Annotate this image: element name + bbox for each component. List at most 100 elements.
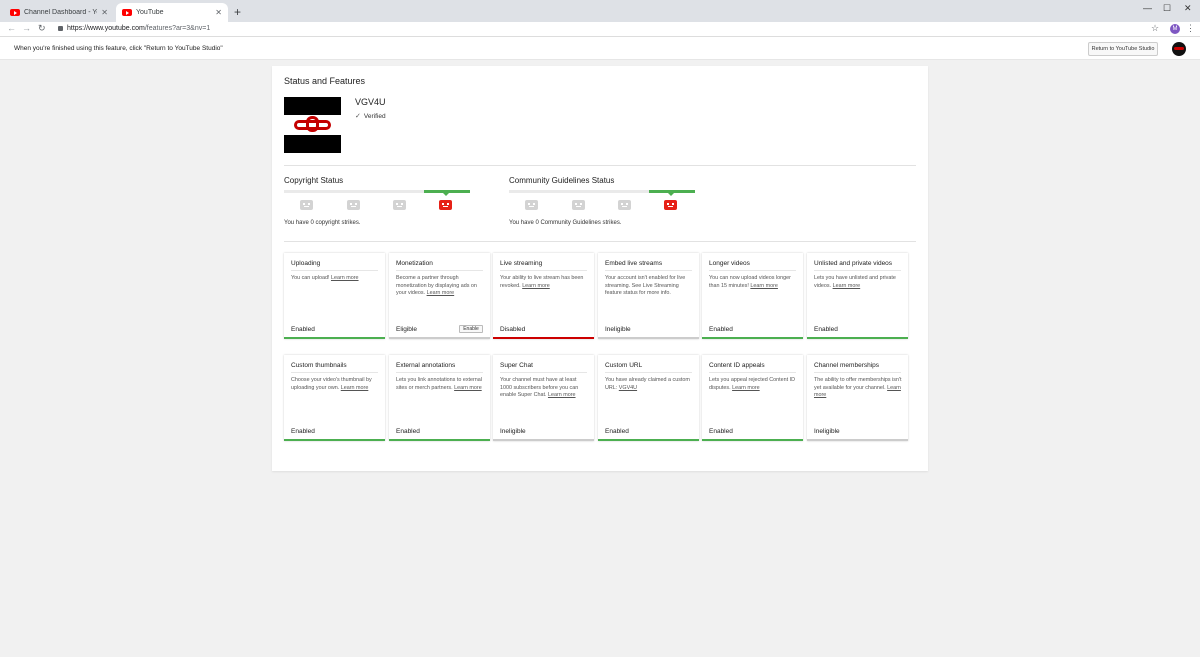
channel-name: VGV4U <box>355 97 386 107</box>
maximize-icon[interactable]: ☐ <box>1163 3 1171 14</box>
divider <box>814 270 901 271</box>
community-strikes-text: You have 0 Community Guidelines strikes. <box>509 220 622 226</box>
lock-icon <box>58 26 63 31</box>
studio-notice-bar: When you're finished using this feature,… <box>0 37 1200 60</box>
divider <box>284 241 916 242</box>
channel-thumbnail <box>284 97 341 153</box>
copyright-pointer <box>443 193 449 196</box>
description-text: You have already claimed a custom URL: <box>605 377 690 391</box>
feature-card: Uploading You can upload! Learn more Enabl… <box>284 253 385 339</box>
status-bar <box>702 439 803 441</box>
divider <box>605 270 692 271</box>
feature-card: External annotations Lets you link annota… <box>389 355 490 441</box>
feature-card: Custom URL You have already claimed a cus… <box>598 355 699 441</box>
feature-status: Ineligible <box>814 428 840 435</box>
learn-more-link[interactable]: Learn more <box>331 275 359 281</box>
divider <box>291 270 378 271</box>
tab-channel-dashboard[interactable]: Channel Dashboard - YouTube S ✕ <box>4 3 114 22</box>
feature-status: Ineligible <box>500 428 526 435</box>
community-pointer <box>668 193 674 196</box>
minimize-icon[interactable]: — <box>1143 3 1152 13</box>
status-bar <box>284 337 385 339</box>
no-strikes-icon <box>664 200 677 210</box>
feature-card: Content ID appeals Lets you appeal reject… <box>702 355 803 441</box>
enable-button[interactable]: Enable <box>459 325 483 333</box>
verified-badge: ✓ Verified <box>355 112 386 121</box>
feature-status: Enabled <box>291 326 315 333</box>
url-host: https://www.youtube.com <box>67 25 145 32</box>
feature-card: Live streaming Your ability to live strea… <box>493 253 594 339</box>
learn-more-link[interactable]: Learn more <box>522 283 550 289</box>
feature-description: Your account isn't enabled for live stre… <box>605 275 693 298</box>
feature-title: Live streaming <box>500 260 543 267</box>
feature-card: Super Chat Your channel must have at leas… <box>493 355 594 441</box>
status-bar <box>598 439 699 441</box>
close-tab-icon[interactable]: ✕ <box>215 8 222 17</box>
status-bar <box>493 439 594 441</box>
feature-title: Longer videos <box>709 260 750 267</box>
learn-more-link[interactable]: Learn more <box>341 385 369 391</box>
learn-more-link[interactable]: Learn more <box>548 392 576 398</box>
strike-2-icon <box>347 200 360 210</box>
feature-status: Ineligible <box>605 326 631 333</box>
close-tab-icon[interactable]: ✕ <box>101 8 108 17</box>
feature-description: You can upload! Learn more <box>291 275 379 283</box>
url-field[interactable]: https://www.youtube.com/features?ar=3&nv… <box>67 25 210 32</box>
learn-more-link[interactable]: Learn more <box>732 385 760 391</box>
feature-description: Lets you have unlisted and private video… <box>814 275 902 290</box>
feature-title: Content ID appeals <box>709 362 765 369</box>
strike-3-icon <box>300 200 313 210</box>
channel-avatar[interactable] <box>1172 42 1186 56</box>
learn-more-link[interactable]: Learn more <box>750 283 778 289</box>
feature-card: Channel memberships The ability to offer … <box>807 355 908 441</box>
strike-1-icon <box>618 200 631 210</box>
profile-avatar[interactable]: M <box>1170 24 1180 34</box>
copyright-status-title: Copyright Status <box>284 176 344 185</box>
status-bar <box>389 337 490 339</box>
browser-tab-bar: Channel Dashboard - YouTube S ✕ YouTube … <box>0 0 1200 22</box>
divider <box>814 372 901 373</box>
divider <box>605 372 692 373</box>
tab-youtube[interactable]: YouTube ✕ <box>116 3 228 22</box>
feature-description: Choose your video's thumbnail by uploadi… <box>291 377 379 392</box>
browser-menu-icon[interactable]: ⋮ <box>1186 23 1195 34</box>
address-bar: ← → ↻ https://www.youtube.com/features?a… <box>0 22 1200 37</box>
back-icon[interactable]: ← <box>7 23 16 33</box>
no-strikes-icon <box>439 200 452 210</box>
feature-status: Enabled <box>709 428 733 435</box>
feature-description: You have already claimed a custom URL: V… <box>605 377 693 392</box>
learn-more-link[interactable]: VGV4U <box>619 385 637 391</box>
close-window-icon[interactable]: ✕ <box>1184 3 1192 14</box>
feature-card: Unlisted and private videos Lets you have… <box>807 253 908 339</box>
status-bar <box>702 337 803 339</box>
divider <box>291 372 378 373</box>
forward-icon[interactable]: → <box>22 23 31 33</box>
learn-more-link[interactable]: Learn more <box>833 283 861 289</box>
page-title: Status and Features <box>284 76 366 86</box>
feature-title: Embed live streams <box>605 260 663 267</box>
feature-title: Uploading <box>291 260 321 267</box>
reload-icon[interactable]: ↻ <box>38 23 46 34</box>
copyright-strikes-text: You have 0 copyright strikes. <box>284 220 361 226</box>
description-text: You can upload! <box>291 275 330 281</box>
return-to-studio-button[interactable]: Return to YouTube Studio <box>1088 42 1158 56</box>
new-tab-button[interactable]: + <box>234 5 241 19</box>
bookmark-star-icon[interactable]: ☆ <box>1151 23 1159 34</box>
tab-title: YouTube <box>136 9 164 16</box>
divider <box>709 270 796 271</box>
status-features-panel: Status and Features VGV4U ✓ Verified Cop… <box>272 66 928 471</box>
status-bar <box>598 337 699 339</box>
learn-more-link[interactable]: Learn more <box>427 290 455 296</box>
feature-description: Become a partner through monetization by… <box>396 275 484 298</box>
strike-3-icon <box>525 200 538 210</box>
feature-title: Custom URL <box>605 362 643 369</box>
feature-card: Embed live streams Your account isn't ena… <box>598 253 699 339</box>
learn-more-link[interactable]: Learn more <box>454 385 482 391</box>
feature-description: Lets you appeal rejected Content ID disp… <box>709 377 797 392</box>
feature-title: Monetization <box>396 260 433 267</box>
feature-description: Your channel must have at least 1000 sub… <box>500 377 588 400</box>
feature-description: You can now upload videos longer than 15… <box>709 275 797 290</box>
feature-status: Enabled <box>605 428 629 435</box>
status-bar <box>807 439 908 441</box>
status-bar <box>389 439 490 441</box>
